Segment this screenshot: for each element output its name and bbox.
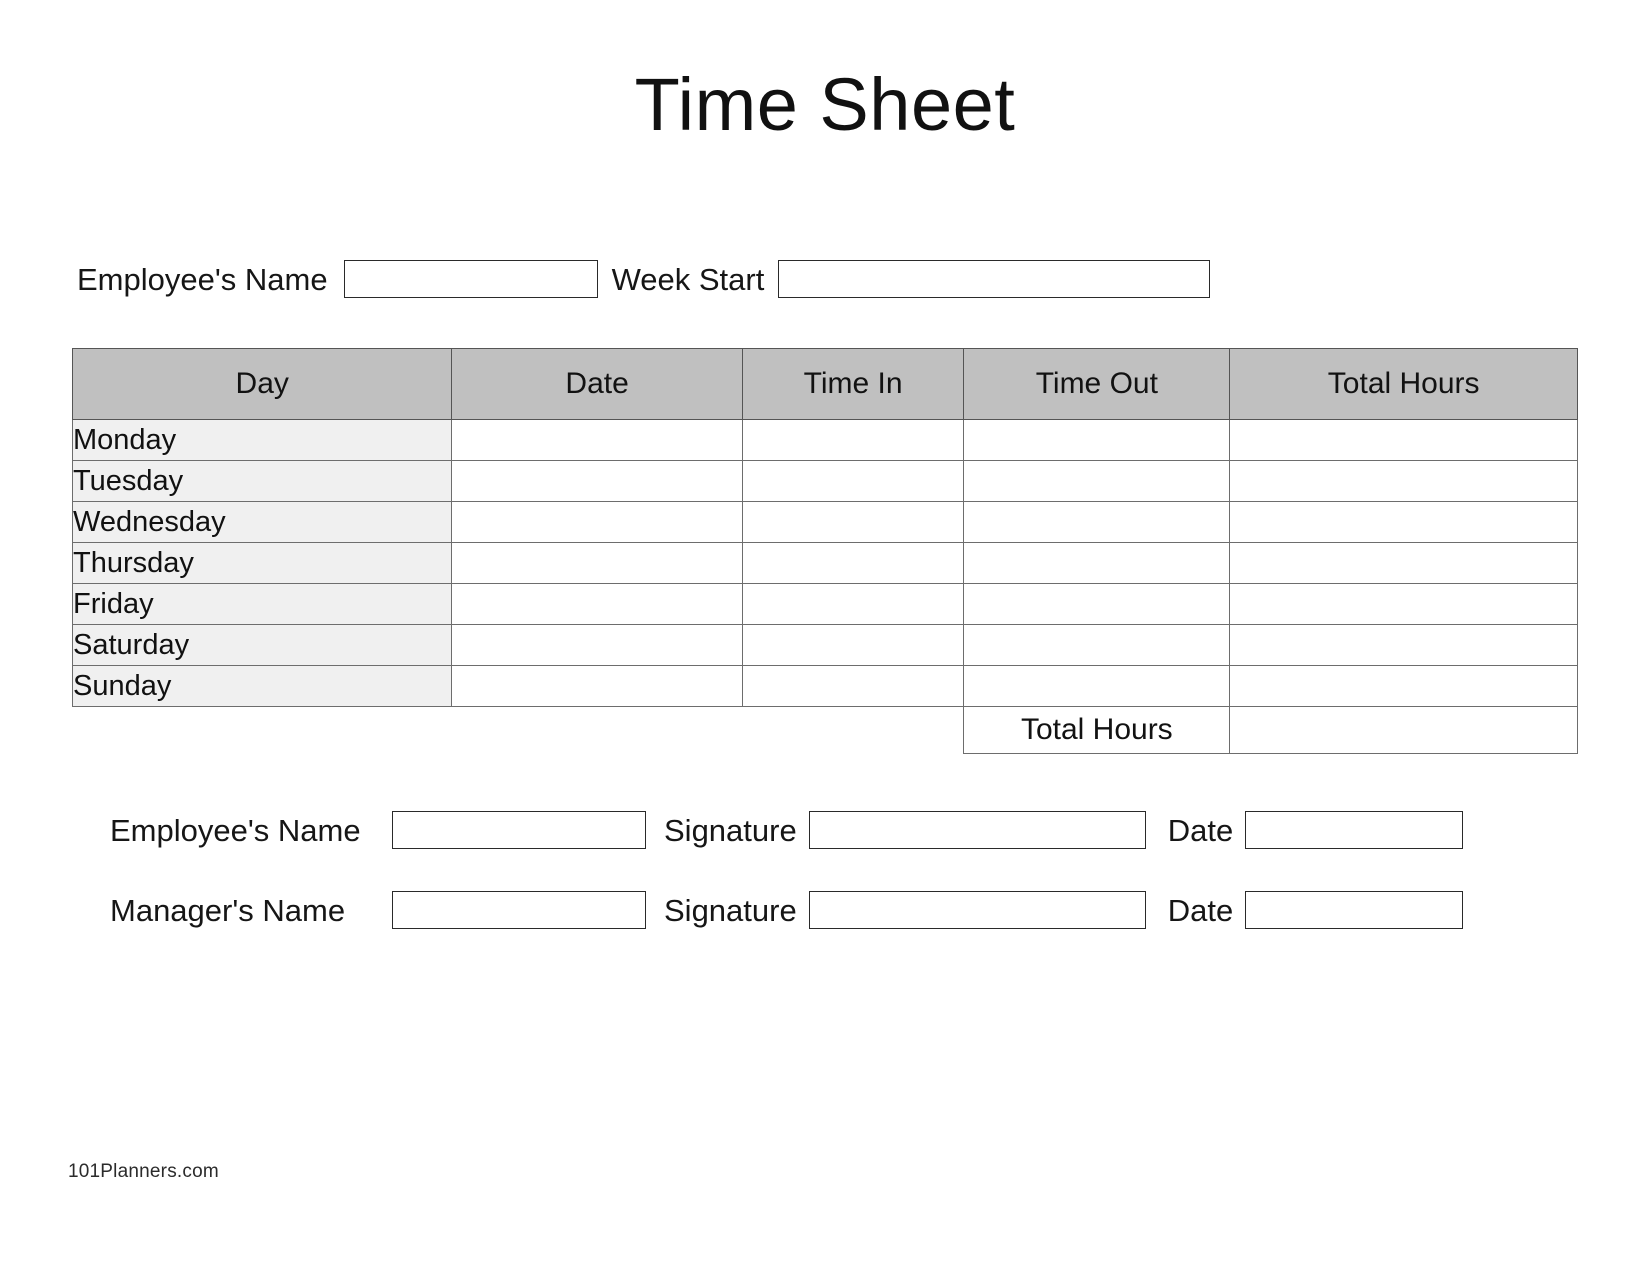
column-header-time-in: Time In xyxy=(741,348,965,420)
employee-signature-label: Signature xyxy=(664,812,797,848)
cell-time-out-wednesday[interactable] xyxy=(963,501,1231,543)
total-row-spacer-day xyxy=(73,707,452,754)
day-label-thursday: Thursday xyxy=(71,542,453,584)
employee-signature-input[interactable] xyxy=(808,811,1146,849)
timesheet-table-wrap: Day Date Time In Time Out Total Hours Mo… xyxy=(0,348,1650,754)
cell-time-out-thursday[interactable] xyxy=(963,542,1231,584)
column-header-time-out: Time Out xyxy=(963,348,1231,420)
cell-date-monday[interactable] xyxy=(451,419,743,461)
column-header-date: Date xyxy=(451,348,743,420)
employee-signature-name-label: Employee's Name xyxy=(110,812,361,848)
cell-time-out-sunday[interactable] xyxy=(963,665,1231,707)
timesheet-page: Time Sheet Employee's Name Week Start Da… xyxy=(0,0,1650,1275)
day-label-friday: Friday xyxy=(71,583,453,625)
employee-date-input[interactable] xyxy=(1245,811,1464,849)
cell-total-monday[interactable] xyxy=(1229,419,1578,461)
day-label-tuesday: Tuesday xyxy=(71,460,453,502)
page-title: Time Sheet xyxy=(634,63,1016,146)
signature-block: Employee's Name Signature Date Manager's… xyxy=(0,810,1650,930)
table-row: Monday xyxy=(71,419,1578,461)
manager-signature-row: Manager's Name Signature Date xyxy=(110,890,1650,930)
cell-time-out-friday[interactable] xyxy=(963,583,1231,625)
table-row: Wednesday xyxy=(71,501,1578,543)
day-label-wednesday: Wednesday xyxy=(71,501,453,543)
cell-date-saturday[interactable] xyxy=(451,624,743,666)
table-header-row: Day Date Time In Time Out Total Hours xyxy=(71,348,1578,420)
cell-date-thursday[interactable] xyxy=(451,542,743,584)
cell-time-in-friday[interactable] xyxy=(741,583,965,625)
cell-time-in-saturday[interactable] xyxy=(741,624,965,666)
manager-signature-label: Signature xyxy=(664,892,797,928)
day-label-saturday: Saturday xyxy=(71,624,453,666)
employee-signature-name-input[interactable] xyxy=(392,811,646,849)
cell-time-in-wednesday[interactable] xyxy=(741,501,965,543)
cell-total-friday[interactable] xyxy=(1229,583,1578,625)
total-hours-value[interactable] xyxy=(1229,706,1578,754)
cell-time-out-saturday[interactable] xyxy=(963,624,1231,666)
employee-name-input[interactable] xyxy=(343,260,598,298)
cell-time-out-tuesday[interactable] xyxy=(963,460,1231,502)
manager-date-input[interactable] xyxy=(1245,891,1464,929)
day-label-sunday: Sunday xyxy=(71,665,453,707)
week-start-input[interactable] xyxy=(778,260,1211,298)
employee-name-label: Employee's Name xyxy=(77,261,328,297)
total-row-spacer-date xyxy=(452,707,742,754)
table-total-row: Total Hours xyxy=(73,706,1578,754)
manager-signature-name-label: Manager's Name xyxy=(110,892,346,928)
cell-time-in-monday[interactable] xyxy=(741,419,965,461)
employee-date-label: Date xyxy=(1167,812,1234,848)
cell-date-sunday[interactable] xyxy=(451,665,743,707)
total-row-spacer-in xyxy=(742,707,964,754)
column-header-day: Day xyxy=(71,348,453,420)
table-row: Sunday xyxy=(71,665,1578,707)
table-row: Saturday xyxy=(71,624,1578,666)
manager-date-label: Date xyxy=(1167,892,1234,928)
footer-brand: 101Planners.com xyxy=(68,1161,219,1182)
timesheet-table: Day Date Time In Time Out Total Hours Mo… xyxy=(71,348,1578,754)
cell-date-wednesday[interactable] xyxy=(451,501,743,543)
table-row: Tuesday xyxy=(71,460,1578,502)
cell-time-in-tuesday[interactable] xyxy=(741,460,965,502)
manager-signature-input[interactable] xyxy=(808,891,1146,929)
table-row: Thursday xyxy=(71,542,1578,584)
employee-signature-row: Employee's Name Signature Date xyxy=(110,810,1650,850)
column-header-total-hours: Total Hours xyxy=(1229,348,1578,420)
day-label-monday: Monday xyxy=(71,419,453,461)
cell-total-saturday[interactable] xyxy=(1229,624,1578,666)
week-start-label: Week Start xyxy=(611,261,765,297)
table-row: Friday xyxy=(71,583,1578,625)
total-hours-label: Total Hours xyxy=(963,706,1231,754)
manager-signature-name-input[interactable] xyxy=(392,891,646,929)
cell-date-tuesday[interactable] xyxy=(451,460,743,502)
cell-total-sunday[interactable] xyxy=(1229,665,1578,707)
cell-total-wednesday[interactable] xyxy=(1229,501,1578,543)
cell-total-thursday[interactable] xyxy=(1229,542,1578,584)
cell-total-tuesday[interactable] xyxy=(1229,460,1578,502)
top-info-row: Employee's Name Week Start xyxy=(0,260,1650,298)
cell-date-friday[interactable] xyxy=(451,583,743,625)
cell-time-out-monday[interactable] xyxy=(963,419,1231,461)
cell-time-in-sunday[interactable] xyxy=(741,665,965,707)
cell-time-in-thursday[interactable] xyxy=(741,542,965,584)
